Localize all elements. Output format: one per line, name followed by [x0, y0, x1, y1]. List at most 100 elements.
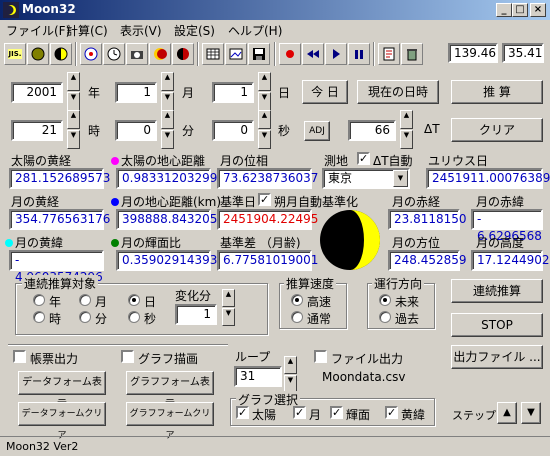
graph-sun-checkbox[interactable]: ✓ — [236, 406, 249, 419]
trash-icon[interactable] — [401, 43, 423, 65]
radio-second[interactable] — [128, 311, 140, 323]
radio-hour-label: 時 — [49, 312, 62, 326]
menu-help[interactable]: ヘルプ(H) — [228, 22, 282, 39]
eclipse-icon[interactable] — [149, 43, 171, 65]
latitude-display: 35.41 — [502, 43, 544, 63]
graph-moon-label: 月 — [309, 408, 322, 422]
step-spin-down[interactable]: ▼ — [222, 308, 235, 326]
change-step-input[interactable]: 1 — [175, 304, 217, 325]
graph-lat-checkbox[interactable]: ✓ — [385, 406, 398, 419]
graph-form-clear-button[interactable]: グラフフォームクリア — [126, 402, 214, 441]
loop-spin-up[interactable]: ▲ — [284, 356, 297, 374]
loop-label: ループ — [235, 350, 271, 364]
graph-form-show-button[interactable]: グラフフォーム表示 — [126, 371, 214, 410]
data-form-show-button[interactable]: データフォーム表示 — [18, 371, 106, 410]
moon-phase-value: 73.6238736037 — [217, 168, 318, 189]
radio-normal[interactable] — [291, 311, 303, 323]
year-spin-up[interactable]: ▲ — [67, 72, 80, 91]
month-spin-up[interactable]: ▲ — [161, 72, 174, 91]
hour-spin-up[interactable]: ▲ — [67, 110, 80, 129]
delta-t-auto-checkbox[interactable]: ✓ — [357, 152, 370, 165]
moon-small-icon[interactable] — [27, 43, 49, 65]
table-icon[interactable] — [202, 43, 224, 65]
today-button[interactable]: 今 日 — [302, 80, 348, 104]
graph-bright-checkbox[interactable]: ✓ — [330, 406, 343, 419]
red-ball-icon[interactable] — [172, 43, 194, 65]
file-output-checkbox[interactable] — [314, 350, 327, 363]
radio-minute[interactable] — [79, 311, 91, 323]
month-spin-down[interactable]: ▼ — [161, 92, 174, 111]
delta-t-spin-down[interactable]: ▼ — [400, 130, 413, 149]
second-spin-up[interactable]: ▲ — [258, 110, 271, 129]
maximize-button[interactable]: □ — [512, 3, 528, 17]
year-spin-down[interactable]: ▼ — [67, 92, 80, 111]
radio-fast[interactable] — [291, 294, 303, 306]
day-spin-up[interactable]: ▲ — [258, 72, 271, 91]
save-icon[interactable] — [248, 43, 270, 65]
adj-button[interactable]: ADJ — [304, 121, 330, 141]
radio-future[interactable] — [379, 294, 391, 306]
day-input[interactable]: 1 — [212, 82, 254, 103]
camera-icon[interactable] — [126, 43, 148, 65]
chevron-down-icon[interactable]: ▼ — [393, 170, 408, 187]
report-icon[interactable] — [378, 43, 400, 65]
half-moon-icon[interactable] — [50, 43, 72, 65]
radio-year[interactable] — [33, 294, 45, 306]
clock-icon[interactable] — [103, 43, 125, 65]
month-input[interactable]: 1 — [115, 82, 157, 103]
new-moon-auto-checkbox[interactable]: ✓ — [258, 193, 271, 206]
delta-t-spin-up[interactable]: ▲ — [400, 110, 413, 129]
status-text: Moon32 Ver2 — [6, 440, 79, 453]
minute-input[interactable]: 0 — [115, 120, 157, 141]
close-button[interactable]: × — [530, 3, 546, 17]
step-spin-up[interactable]: ▲ — [222, 289, 235, 307]
year-input[interactable]: 2001 — [11, 82, 63, 103]
image-icon[interactable] — [225, 43, 247, 65]
record-icon[interactable] — [279, 43, 301, 65]
step-down-button[interactable]: ▼ — [521, 402, 541, 424]
clear-button[interactable]: クリア — [451, 118, 543, 142]
menu-view[interactable]: 表示(V) — [120, 22, 162, 39]
day-spin-down[interactable]: ▼ — [258, 92, 271, 111]
menu-file[interactable]: ファイル(F) — [6, 22, 70, 39]
minute-spin-up[interactable]: ▲ — [161, 110, 174, 129]
menu-settings[interactable]: 設定(S) — [174, 22, 215, 39]
delta-t-auto-label: ΔT自動 — [373, 154, 413, 168]
second-spin-down[interactable]: ▼ — [258, 130, 271, 149]
sun-ecl-lon-label: 太陽の黄経 — [11, 154, 72, 168]
second-input[interactable]: 0 — [212, 120, 254, 141]
title-bar[interactable]: Moon32 _ □ × — [0, 0, 550, 20]
pause-icon[interactable] — [348, 43, 370, 65]
minimize-button[interactable]: _ — [496, 3, 512, 17]
julian-day-value: 2451911.00076389 — [426, 168, 550, 189]
output-file-button[interactable]: 出力ファイル ... — [451, 345, 543, 369]
radio-day[interactable] — [128, 294, 140, 306]
calc-button[interactable]: 推 算 — [451, 80, 543, 104]
moon-phase-icon — [320, 210, 380, 270]
moon-bright-label: 月の輝面比 — [111, 234, 181, 251]
report-output-checkbox[interactable] — [13, 350, 26, 363]
loop-input[interactable]: 31 — [234, 366, 282, 387]
graph-bright-label: 輝面 — [346, 408, 371, 422]
menu-calc[interactable]: 計算(C) — [66, 22, 108, 39]
stop-button[interactable]: STOP — [451, 313, 543, 337]
jis-icon[interactable]: JIS. — [4, 43, 26, 65]
hour-input[interactable]: 21 — [11, 120, 63, 141]
moon-ra-value: 23.8118150 — [388, 209, 467, 230]
data-form-clear-button[interactable]: データフォームクリア — [18, 402, 106, 441]
step-up-button[interactable]: ▲ — [497, 402, 517, 424]
radio-month[interactable] — [79, 294, 91, 306]
play-icon[interactable] — [325, 43, 347, 65]
delta-t-input[interactable]: 66 — [348, 120, 396, 141]
target-icon[interactable] — [80, 43, 102, 65]
graph-draw-checkbox[interactable] — [121, 350, 134, 363]
continuous-calc-button[interactable]: 連続推算 — [451, 279, 543, 303]
site-label: 測地 — [324, 154, 349, 168]
hour-spin-down[interactable]: ▼ — [67, 130, 80, 149]
now-button[interactable]: 現在の日時 — [357, 80, 439, 104]
graph-moon-checkbox[interactable]: ✓ — [293, 406, 306, 419]
minute-spin-down[interactable]: ▼ — [161, 130, 174, 149]
radio-past[interactable] — [379, 311, 391, 323]
radio-hour[interactable] — [33, 311, 45, 323]
rewind-icon[interactable] — [302, 43, 324, 65]
